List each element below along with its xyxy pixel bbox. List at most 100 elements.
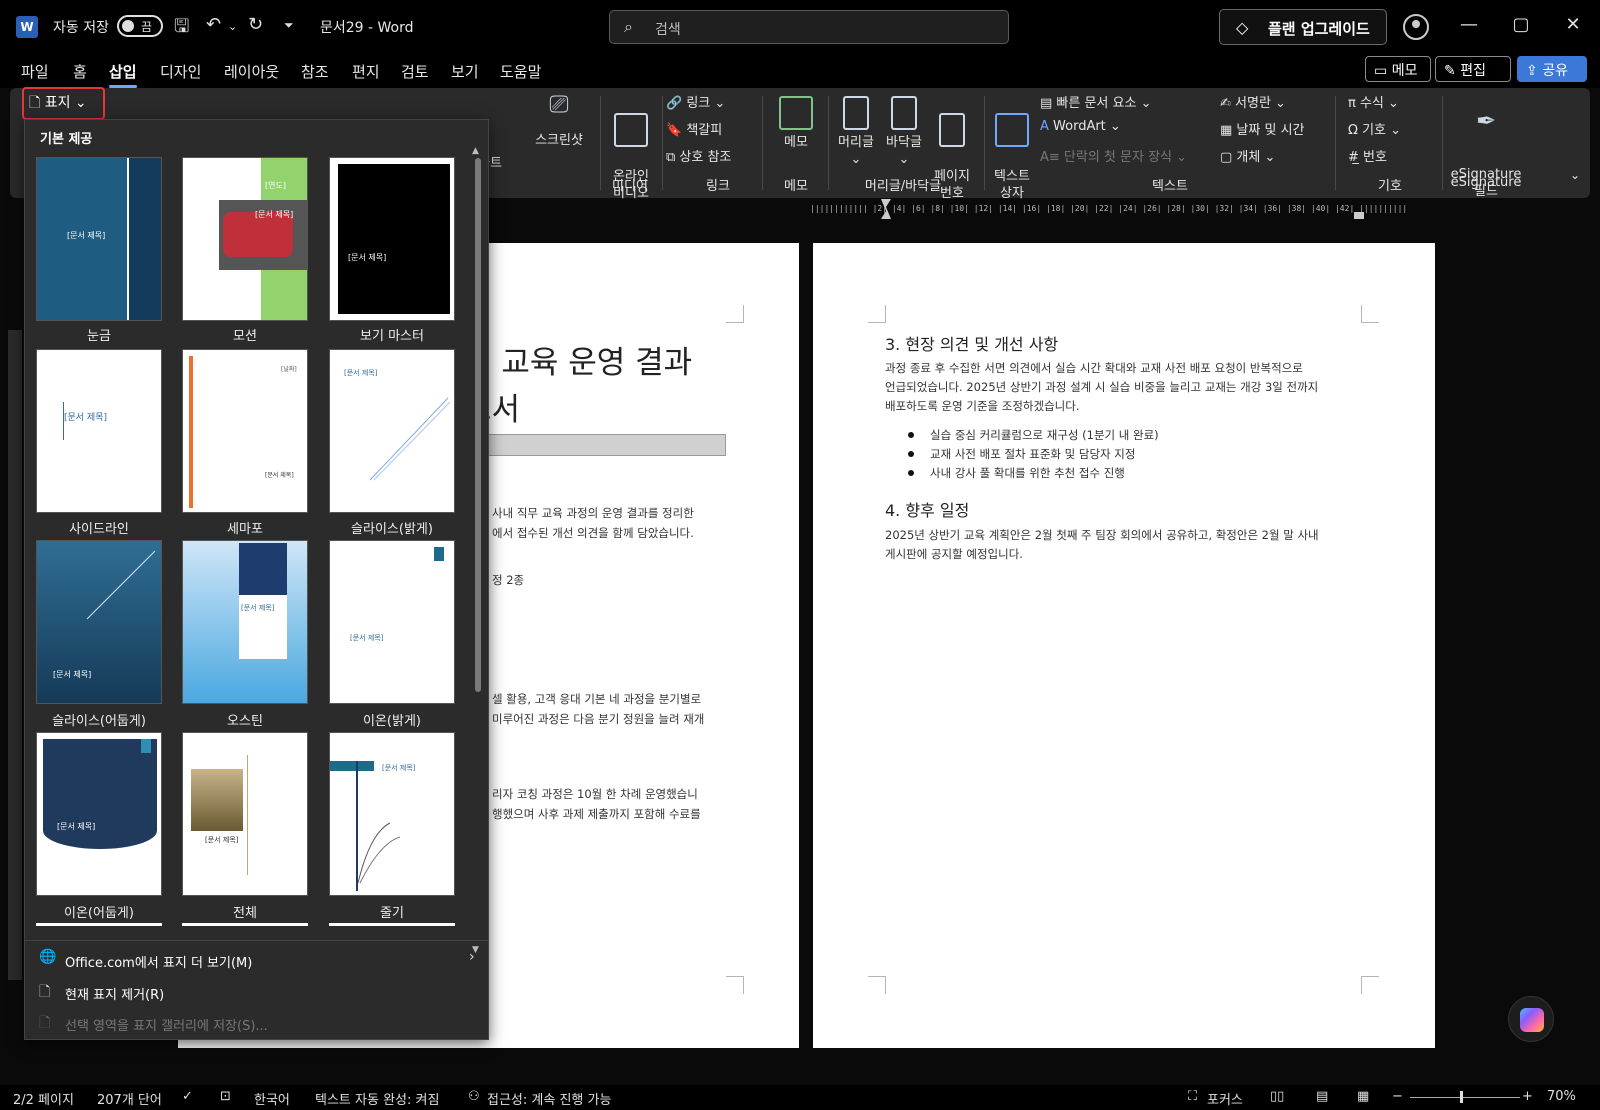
document-page-2[interactable]: 3. 현장 의견 및 개선 사항 과정 종료 후 수집한 서면 의견에서 실습 …: [813, 243, 1435, 1048]
cover-thumb-ion-dark[interactable]: [문서 제목]: [36, 732, 162, 896]
print-layout-icon[interactable]: ▤: [1316, 1089, 1328, 1104]
quick-parts-icon: ▤: [1040, 96, 1057, 111]
cover-label: 줄기: [380, 906, 404, 921]
cover-label: 슬라이스(밝게): [351, 522, 433, 537]
tab-mailings[interactable]: 편지: [352, 61, 380, 82]
remove-cover-item[interactable]: 현재 표지 제거(R): [65, 984, 164, 1003]
tab-help[interactable]: 도움말: [500, 61, 541, 82]
object-button[interactable]: ▢ 개체 ⌄: [1220, 146, 1275, 165]
text-box-button[interactable]: 텍스트 상자: [988, 96, 1036, 219]
omega-icon: Ω: [1348, 123, 1363, 138]
accessibility-status[interactable]: 접근성: 계속 진행 가능: [487, 1089, 611, 1108]
drop-cap-button[interactable]: A≡ 단락의 첫 문자 장식 ⌄: [1040, 146, 1187, 165]
more-covers-office-item[interactable]: Office.com에서 표지 더 보기(M): [65, 952, 252, 971]
cover-thumb-sideline[interactable]: [문서 제목]: [36, 349, 162, 513]
save-icon[interactable]: 🖫: [174, 14, 189, 44]
collapse-ribbon-icon[interactable]: ⌄: [1570, 168, 1580, 182]
redo-icon[interactable]: ↻: [248, 14, 263, 35]
cover-page-button[interactable]: 🗋 표지 ⌄: [22, 87, 105, 120]
online-video-button[interactable]: 온라인 비디오: [602, 96, 660, 219]
search-box[interactable]: ⌕ 검색: [609, 10, 1009, 44]
cover-thumb-grid[interactable]: [문서 제목]: [36, 157, 162, 321]
copilot-button[interactable]: [1508, 996, 1554, 1042]
track-changes-icon[interactable]: ⊡: [220, 1089, 231, 1104]
cover-thumb-slice-light[interactable]: [문서 제목]: [329, 349, 455, 513]
date-time-button[interactable]: ▦ 날짜 및 시간: [1220, 119, 1305, 138]
zoom-slider-handle[interactable]: [1460, 1091, 1463, 1103]
number-button[interactable]: #̲ 번호: [1348, 146, 1387, 165]
group-esignature: eSignature: [1450, 175, 1522, 190]
paragraph: 2025년 상반기 교육 계획안은 2월 첫째 주 팀장 회의에서 공유하고, …: [885, 528, 1319, 542]
cover-thumb-stem[interactable]: [문서 제목]: [329, 732, 455, 896]
zoom-level[interactable]: 70%: [1547, 1089, 1576, 1104]
symbol-button[interactable]: Ω 기호 ⌄: [1348, 119, 1401, 138]
page-count[interactable]: 2/2 페이지: [13, 1089, 74, 1108]
tab-view[interactable]: 보기: [451, 61, 479, 82]
web-layout-icon[interactable]: ▦: [1357, 1089, 1369, 1104]
autosave-toggle[interactable]: 끔: [117, 15, 163, 37]
customize-toolbar-icon[interactable]: ⏷: [284, 18, 294, 33]
vertical-ruler[interactable]: [8, 330, 22, 980]
group-symbols: 기호: [1378, 179, 1402, 194]
cross-reference-button[interactable]: ⧉ 상호 참조: [666, 146, 731, 165]
screenshot-button[interactable]: ⎚ 스크린샷: [524, 92, 594, 149]
maximize-icon[interactable]: ▢: [1506, 14, 1536, 35]
footer-button[interactable]: 바닥글 ⌄: [880, 96, 928, 168]
focus-mode-button[interactable]: 포커스: [1207, 1089, 1243, 1108]
edit-mode-button[interactable]: ✎ 편집 ⌄: [1435, 56, 1511, 96]
proofing-icon[interactable]: ✓: [182, 1089, 193, 1104]
language-indicator[interactable]: 한국어: [254, 1089, 290, 1108]
focus-icon: ⛶: [1188, 1089, 1198, 1104]
undo-icon[interactable]: ↶: [206, 14, 221, 35]
quick-parts-button[interactable]: ▤ 빠른 문서 요소 ⌄: [1040, 92, 1151, 111]
upgrade-plan-button[interactable]: ◇ 플랜 업그레이드: [1219, 9, 1387, 45]
word-count[interactable]: 207개 단어: [97, 1089, 162, 1108]
undo-dropdown-icon[interactable]: ⌄: [228, 20, 237, 33]
scroll-thumb[interactable]: [475, 158, 481, 692]
link-button[interactable]: 🔗 링크 ⌄: [666, 92, 725, 111]
chevron-down-icon: ⌄: [70, 95, 87, 111]
remove-cover-icon: 🗋: [39, 984, 51, 1000]
cover-thumb-slice-dark[interactable]: [문서 제목]: [36, 540, 162, 704]
zoom-in-icon[interactable]: +: [1522, 1089, 1533, 1104]
cover-thumb-whole[interactable]: [문서 제목]: [182, 732, 308, 896]
cover-thumb-motion[interactable]: [연도] [문서 제목]: [182, 157, 308, 321]
zoom-out-icon[interactable]: −: [1392, 1089, 1403, 1104]
close-icon[interactable]: ✕: [1558, 14, 1588, 35]
tab-design[interactable]: 디자인: [160, 61, 201, 82]
crop-mark: [726, 305, 744, 323]
tab-references[interactable]: 참조: [301, 61, 329, 82]
esignature-field-button[interactable]: ✒ eSignature 필드: [1448, 96, 1524, 217]
minimize-icon[interactable]: —: [1454, 14, 1484, 35]
read-mode-icon[interactable]: ▯▯: [1270, 1089, 1284, 1104]
separator: [1335, 96, 1336, 190]
tab-home[interactable]: 홈: [73, 61, 87, 82]
equation-button[interactable]: π 수식 ⌄: [1348, 92, 1399, 111]
header-button[interactable]: 머리글 ⌄: [832, 96, 880, 168]
tab-review[interactable]: 검토: [401, 61, 429, 82]
cover-thumb-semaphore[interactable]: [날짜] [문서 제목]: [182, 349, 308, 513]
right-indent-marker[interactable]: [1354, 212, 1364, 219]
share-button[interactable]: ⇪ 공유 ⌄: [1517, 56, 1587, 96]
horizontal-ruler[interactable]: |||||||||||| |2| |4| |6| |8| |10| |12| |…: [810, 204, 1440, 218]
tab-insert[interactable]: 삽입: [109, 61, 137, 88]
bookmark-button[interactable]: 🔖 책갈피: [666, 119, 722, 138]
cover-thumb-view-master[interactable]: [문서 제목]: [329, 157, 455, 321]
cover-thumb-ion-light[interactable]: [문서 제목]: [329, 540, 455, 704]
text-predictions-status[interactable]: 텍스트 자동 완성: 켜짐: [315, 1089, 439, 1108]
zoom-slider[interactable]: [1410, 1097, 1520, 1098]
wordart-button[interactable]: A WordArt ⌄: [1040, 119, 1121, 134]
memo-label: 메모: [1391, 63, 1418, 79]
scroll-up-icon[interactable]: ▲: [472, 146, 479, 156]
cover-thumb-austin[interactable]: [문서 제목]: [182, 540, 308, 704]
memo-button[interactable]: ▭ 메모: [1365, 56, 1431, 82]
new-comment-button[interactable]: 메모: [772, 96, 820, 151]
gallery-scrollbar[interactable]: ▲ ▼: [472, 146, 482, 955]
avatar[interactable]: [1403, 14, 1429, 40]
tab-layout[interactable]: 레이아웃: [224, 61, 279, 82]
page-number-button[interactable]: 페이지 번호: [928, 96, 976, 219]
signature-line-button[interactable]: ✍ 서명란 ⌄: [1220, 92, 1286, 111]
header-icon: [843, 96, 869, 130]
tab-file[interactable]: 파일: [21, 61, 49, 82]
paragraph: 미루어진 과정은 다음 분기 정원을 늘려 재개: [492, 712, 705, 726]
